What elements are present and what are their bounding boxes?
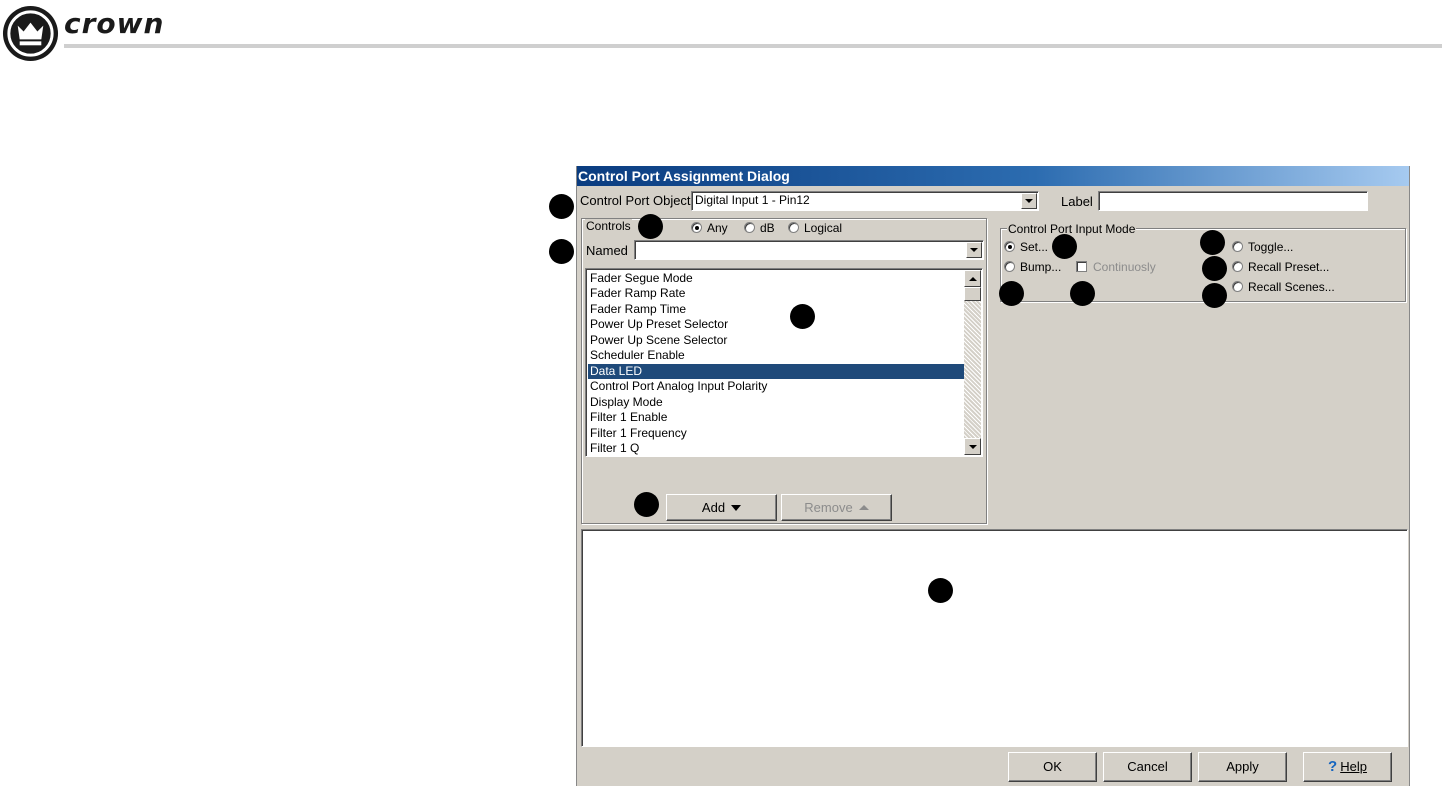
dialog-title-bar[interactable]: Control Port Assignment Dialog <box>577 166 1409 186</box>
add-button-label: Add <box>701 499 726 515</box>
continuously-checkbox[interactable] <box>1076 261 1087 272</box>
mode-recall-scenes-radio[interactable] <box>1232 281 1243 292</box>
dropdown-arrow-icon[interactable] <box>966 242 982 258</box>
named-label: Named <box>586 243 628 258</box>
help-question-icon: ? <box>1328 758 1338 775</box>
cancel-button-label: Cancel <box>1127 759 1168 774</box>
dropdown-arrow-icon <box>731 504 742 511</box>
mode-recall-scenes-label: Recall Scenes... <box>1248 280 1335 294</box>
label-field-label: Label <box>1061 194 1093 209</box>
controls-listbox[interactable]: Fader Segue Mode Fader Ramp Rate Fader R… <box>585 268 983 457</box>
list-item[interactable]: Scheduler Enable <box>588 348 964 363</box>
assignments-text <box>582 530 1407 538</box>
callout-marker-icon <box>790 304 815 329</box>
list-item[interactable]: Filter 1 Enable <box>588 410 964 425</box>
scroll-down-icon[interactable] <box>964 438 981 455</box>
collapse-arrow-icon <box>858 505 869 510</box>
callout-marker-icon <box>634 492 659 517</box>
scroll-up-icon[interactable] <box>964 270 981 287</box>
callout-marker-icon <box>1202 283 1227 308</box>
filter-db-radio[interactable] <box>744 222 755 233</box>
filter-any-radio[interactable] <box>691 222 702 233</box>
mode-set-label: Set... <box>1020 240 1049 254</box>
control-port-object-value: Digital Input 1 - Pin12 <box>695 193 810 207</box>
callout-marker-icon <box>549 239 574 264</box>
scroll-thumb[interactable] <box>964 287 981 301</box>
ok-button[interactable]: OK <box>1008 752 1097 782</box>
list-item[interactable]: Filter 1 Q <box>588 441 964 456</box>
list-item[interactable]: Fader Ramp Time <box>588 302 964 317</box>
control-port-object-label: Control Port Object <box>580 193 691 208</box>
remove-button-label: Remove <box>804 499 853 515</box>
help-button[interactable]: ? Help <box>1303 752 1392 782</box>
callout-marker-icon <box>928 578 953 603</box>
crown-logo-icon <box>2 5 59 62</box>
apply-button[interactable]: Apply <box>1198 752 1287 782</box>
callout-marker-icon <box>1202 256 1227 281</box>
list-item[interactable]: Power Up Preset Selector <box>588 317 964 332</box>
assignments-text-area[interactable] <box>581 529 1408 747</box>
list-item-selected[interactable]: Data LED <box>588 364 964 379</box>
mode-recall-preset-radio[interactable] <box>1232 261 1243 272</box>
callout-marker-icon <box>638 214 663 239</box>
callout-marker-icon <box>549 194 574 219</box>
list-item[interactable]: Fader Segue Mode <box>588 271 964 286</box>
control-port-assignment-dialog: Control Port Assignment Dialog Control P… <box>576 166 1410 786</box>
mode-toggle-radio[interactable] <box>1232 241 1243 252</box>
filter-any-label: Any <box>707 221 728 235</box>
list-item[interactable]: Power Up Scene Selector <box>588 333 964 348</box>
filter-logical-label: Logical <box>804 221 843 235</box>
controls-group-title: Controls <box>585 219 632 233</box>
mode-bump-radio[interactable] <box>1004 261 1015 272</box>
remove-button[interactable]: Remove <box>781 494 892 521</box>
callout-marker-icon <box>1200 230 1225 255</box>
list-item[interactable]: Control Port Analog Input Polarity <box>588 379 964 394</box>
list-item[interactable]: Fader Ramp Rate <box>588 286 964 301</box>
add-button[interactable]: Add <box>666 494 777 521</box>
input-mode-group-title: Control Port Input Mode <box>1007 222 1137 236</box>
mode-recall-preset-label: Recall Preset... <box>1248 260 1330 274</box>
brand-name: crown <box>64 7 165 40</box>
continuously-label: Continuosly <box>1093 260 1156 274</box>
callout-marker-icon <box>1070 281 1095 306</box>
named-dropdown[interactable] <box>634 240 984 260</box>
label-input[interactable] <box>1098 191 1368 211</box>
mode-bump-label: Bump... <box>1020 260 1062 274</box>
filter-db-label: dB <box>760 221 775 235</box>
callout-marker-icon <box>999 281 1024 306</box>
header-rule <box>64 44 1442 48</box>
control-port-object-dropdown[interactable]: Digital Input 1 - Pin12 <box>691 191 1039 211</box>
list-item[interactable]: Display Mode <box>588 395 964 410</box>
mode-toggle-label: Toggle... <box>1248 240 1294 254</box>
callout-marker-icon <box>1052 234 1077 259</box>
cancel-button[interactable]: Cancel <box>1103 752 1192 782</box>
ok-button-label: OK <box>1043 759 1062 774</box>
mode-set-radio[interactable] <box>1004 241 1015 252</box>
filter-logical-radio[interactable] <box>788 222 799 233</box>
dropdown-arrow-icon[interactable] <box>1021 193 1037 209</box>
list-scrollbar[interactable] <box>964 270 981 455</box>
help-button-label: Help <box>1340 759 1367 774</box>
dialog-title: Control Port Assignment Dialog <box>578 168 790 184</box>
list-item[interactable]: Filter 1 Frequency <box>588 426 964 441</box>
apply-button-label: Apply <box>1226 759 1259 774</box>
